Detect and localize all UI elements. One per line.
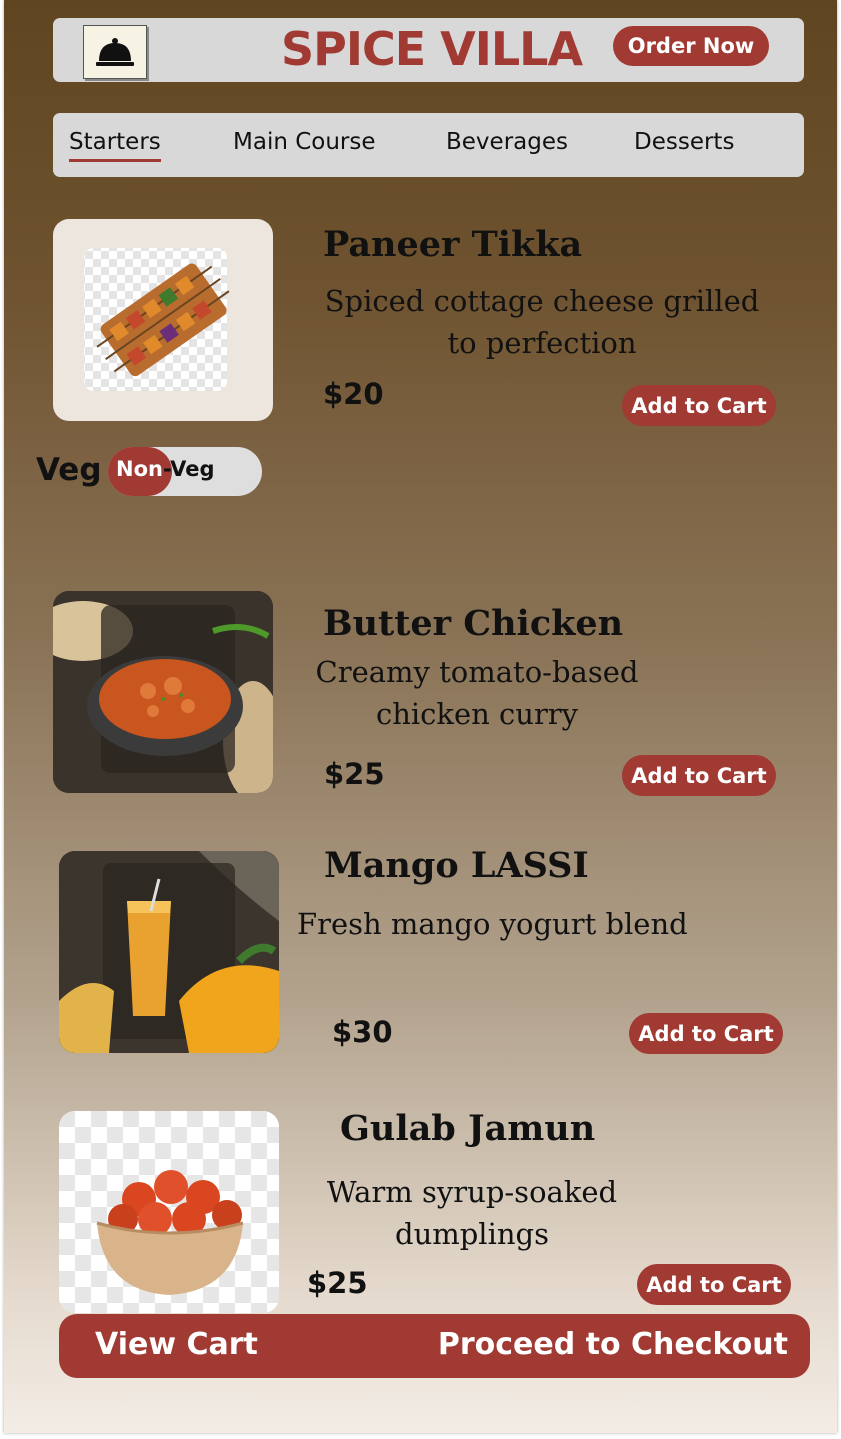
dish-name: Gulab Jamun xyxy=(340,1108,596,1149)
add-to-cart-button[interactable]: Add to Cart xyxy=(622,385,776,426)
tab-main-course[interactable]: Main Course xyxy=(233,129,376,155)
gulab-jamun-image xyxy=(59,1111,279,1313)
category-tabs: Starters Main Course Beverages Desserts xyxy=(53,113,804,177)
brand-title: SPICE VILLA xyxy=(281,22,583,76)
dish-price: $25 xyxy=(307,1266,368,1300)
toggle-rest-label: -Veg xyxy=(162,457,215,481)
add-to-cart-button[interactable]: Add to Cart xyxy=(622,755,776,796)
dish-name: Butter Chicken xyxy=(323,603,624,644)
checkout-button[interactable]: Proceed to Checkout xyxy=(438,1327,788,1362)
veg-label: Veg xyxy=(36,452,102,488)
dish-name: Paneer Tikka xyxy=(323,224,583,265)
cart-action-bar: View Cart Proceed to Checkout xyxy=(59,1314,810,1378)
cloche-icon xyxy=(96,38,134,66)
dish-price: $25 xyxy=(324,757,385,791)
paneer-tikka-image xyxy=(53,219,273,421)
dish-description: Warm syrup-soaked dumplings xyxy=(326,1175,618,1251)
restaurant-logo[interactable] xyxy=(83,25,147,79)
mango-lassi-image xyxy=(59,851,279,1053)
tab-desserts[interactable]: Desserts xyxy=(634,129,734,155)
toggle-label: Non-Veg xyxy=(116,457,215,481)
dish-name: Mango LASSI xyxy=(324,845,589,886)
dish-price: $20 xyxy=(323,377,384,411)
order-now-button[interactable]: Order Now xyxy=(613,26,769,66)
add-to-cart-button[interactable]: Add to Cart xyxy=(637,1264,791,1305)
dish-description: Creamy tomato-based chicken curry xyxy=(315,655,639,731)
tab-beverages[interactable]: Beverages xyxy=(446,129,568,155)
view-cart-button[interactable]: View Cart xyxy=(95,1327,258,1362)
tab-starters[interactable]: Starters xyxy=(69,129,161,162)
dish-description: Spiced cottage cheese grilled to perfect… xyxy=(324,284,760,360)
toggle-on-label: Non xyxy=(116,457,163,481)
add-to-cart-button[interactable]: Add to Cart xyxy=(629,1013,783,1054)
butter-chicken-image xyxy=(53,591,273,793)
dish-price: $30 xyxy=(332,1015,393,1049)
header-bar: SPICE VILLA Order Now xyxy=(53,18,804,82)
dish-description: Fresh mango yogurt blend xyxy=(297,907,688,941)
menu-screen: SPICE VILLA Order Now Starters Main Cour… xyxy=(4,0,837,1433)
veg-nonveg-toggle[interactable]: Non-Veg xyxy=(108,447,262,496)
